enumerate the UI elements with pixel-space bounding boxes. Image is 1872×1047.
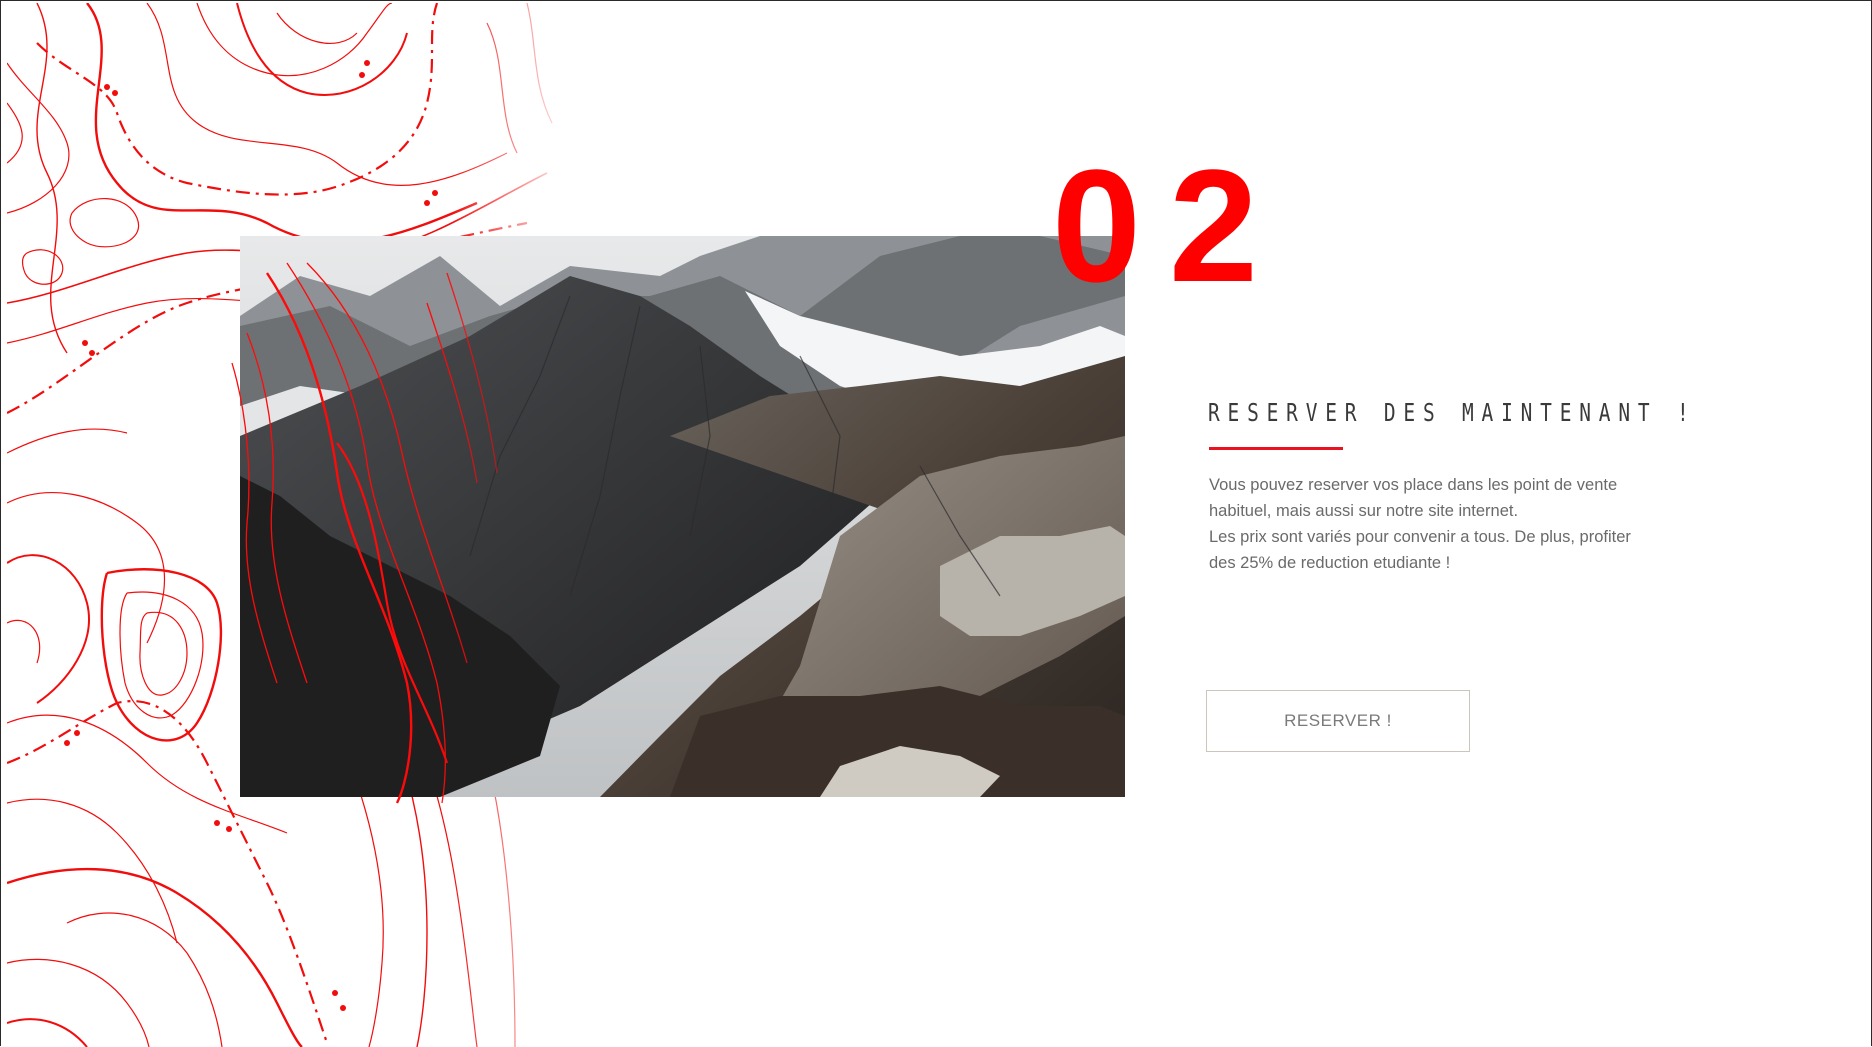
description-line-1: Vous pouvez reserver vos place dans les … — [1209, 476, 1618, 520]
reserve-button[interactable]: RESERVER ! — [1206, 690, 1470, 752]
description-line-2: Les prix sont variés pour convenir a tou… — [1209, 528, 1631, 572]
section-number: 02 — [1052, 146, 1286, 306]
mountain-photo — [240, 236, 1125, 797]
section-description: Vous pouvez reserver vos place dans les … — [1209, 472, 1649, 576]
heading-underline — [1209, 447, 1343, 450]
section-heading: RESERVER DES MAINTENANT ! — [1208, 398, 1697, 427]
